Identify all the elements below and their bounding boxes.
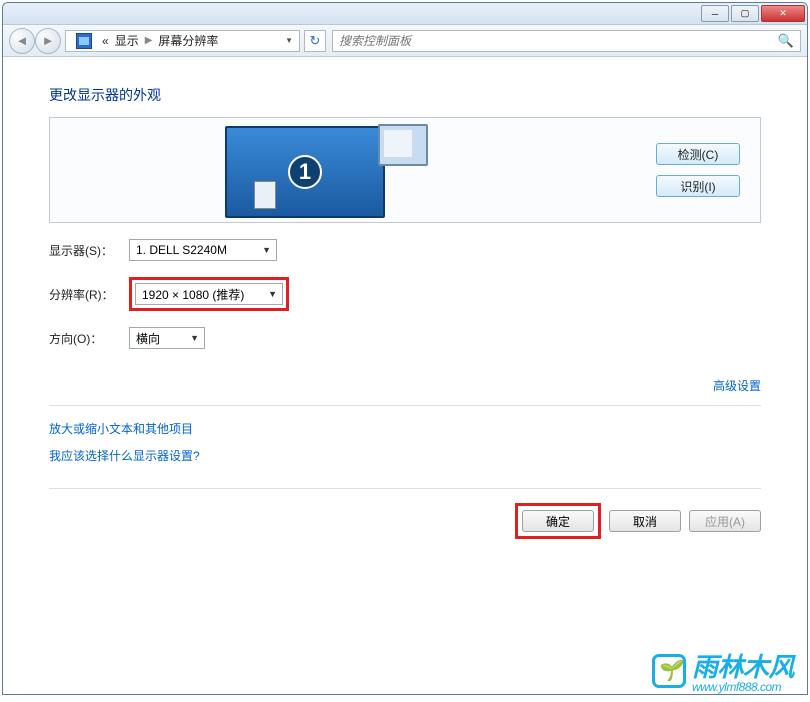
minimize-button[interactable]: ─ <box>701 5 729 22</box>
window-titlebar: ─ ▢ ✕ <box>3 3 807 25</box>
watermark-logo-icon: 🌱 <box>652 654 686 688</box>
display-value: 1. DELL S2240M <box>136 243 227 257</box>
maximize-button[interactable]: ▢ <box>731 5 759 22</box>
refresh-button[interactable]: ↻ <box>304 30 326 52</box>
nav-back-button[interactable]: ◄ <box>9 28 35 54</box>
orientation-select[interactable]: 横向 ▼ <box>129 327 205 349</box>
monitor-secondary[interactable] <box>378 124 428 166</box>
chevron-right-icon: ▶ <box>145 35 153 46</box>
chevron-down-icon: ▼ <box>262 245 271 255</box>
ok-button[interactable]: 确定 <box>522 510 594 532</box>
monitor-1[interactable]: 1 <box>225 126 385 218</box>
highlight-box: 1920 × 1080 (推荐) ▼ <box>129 277 289 311</box>
orientation-value: 横向 <box>136 330 160 347</box>
close-button[interactable]: ✕ <box>761 5 805 22</box>
display-select[interactable]: 1. DELL S2240M ▼ <box>129 239 277 261</box>
breadcrumb-item[interactable]: 屏幕分辨率 <box>158 32 218 49</box>
cancel-button[interactable]: 取消 <box>609 510 681 532</box>
watermark: 🌱 雨林木风 www.ylmf888.com <box>652 647 794 694</box>
divider <box>49 488 761 489</box>
apply-button[interactable]: 应用(A) <box>689 510 761 532</box>
search-box[interactable]: 🔍 <box>332 30 801 52</box>
display-label: 显示器(S)： <box>49 242 129 259</box>
divider <box>49 405 761 406</box>
breadcrumb-item[interactable]: 显示 <box>115 32 139 49</box>
chevron-down-icon: ▼ <box>190 333 199 343</box>
monitor-thumb-icon <box>254 181 276 209</box>
breadcrumb-back: « <box>102 34 109 48</box>
text-size-link[interactable]: 放大或缩小文本和其他项目 <box>49 420 761 437</box>
help-choose-link[interactable]: 我应该选择什么显示器设置? <box>49 447 761 464</box>
highlight-box: 确定 <box>515 503 601 539</box>
breadcrumb[interactable]: « 显示 ▶ 屏幕分辨率 ▼ <box>65 30 300 52</box>
watermark-url: www.ylmf888.com <box>692 680 794 694</box>
monitor-number: 1 <box>288 155 322 189</box>
nav-forward-button[interactable]: ► <box>35 28 61 54</box>
watermark-text: 雨林木风 <box>692 652 794 682</box>
advanced-settings-link[interactable]: 高级设置 <box>713 379 761 393</box>
control-panel-icon <box>76 33 92 49</box>
search-input[interactable] <box>339 34 778 48</box>
resolution-label: 分辨率(R)： <box>49 286 129 303</box>
toolbar: ◄ ► « 显示 ▶ 屏幕分辨率 ▼ ↻ 🔍 <box>3 25 807 57</box>
detect-button[interactable]: 检测(C) <box>656 143 740 165</box>
identify-button[interactable]: 识别(I) <box>656 175 740 197</box>
chevron-down-icon: ▼ <box>268 289 277 299</box>
page-title: 更改显示器的外观 <box>49 85 761 105</box>
search-icon[interactable]: 🔍 <box>778 33 794 49</box>
orientation-label: 方向(O)： <box>49 330 129 347</box>
display-preview: 1 检测(C) 识别(I) <box>49 117 761 223</box>
resolution-select[interactable]: 1920 × 1080 (推荐) ▼ <box>135 283 283 305</box>
resolution-value: 1920 × 1080 (推荐) <box>142 286 244 303</box>
chevron-down-icon[interactable]: ▼ <box>285 36 293 45</box>
